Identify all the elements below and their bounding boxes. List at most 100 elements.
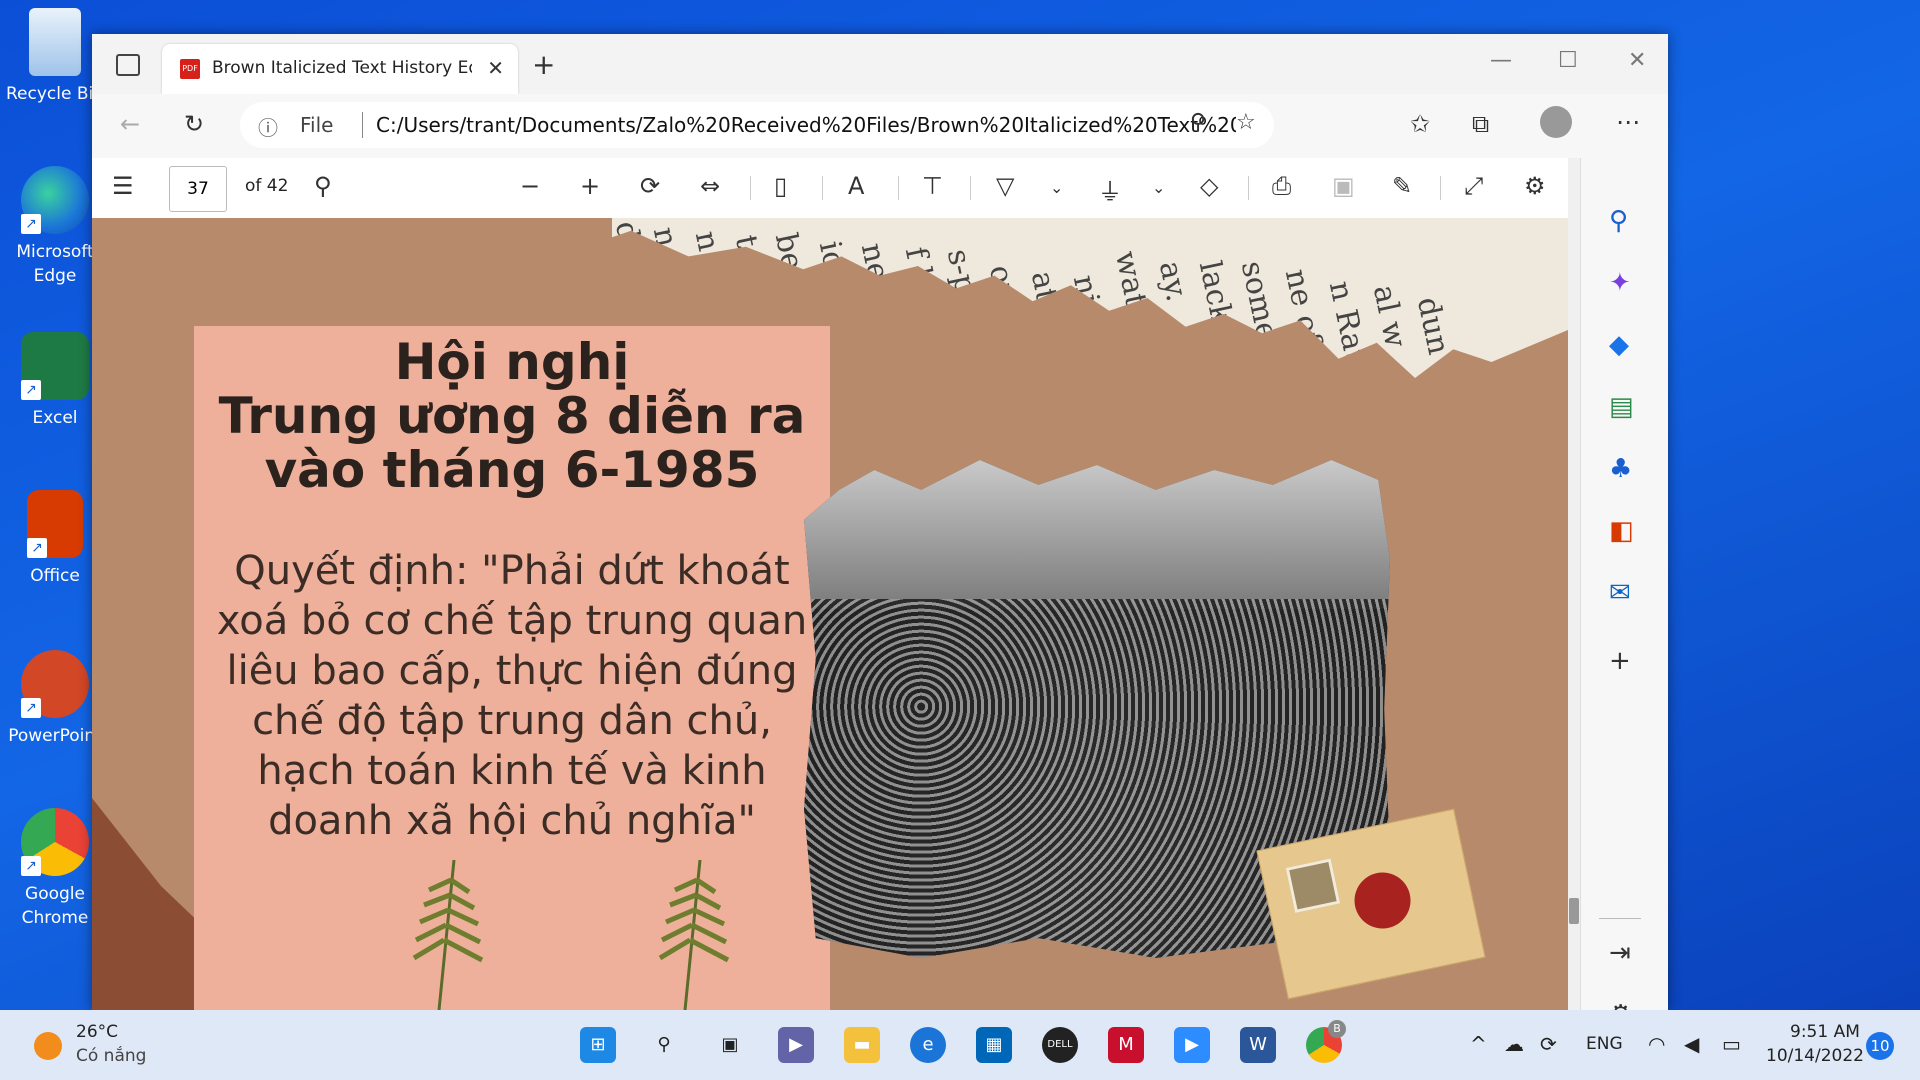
paper-word: dun <box>1409 294 1457 358</box>
weather-temp[interactable]: 26°C <box>76 1022 118 1042</box>
save-icon[interactable]: ▣ <box>1332 172 1355 200</box>
stamp-icon <box>1285 858 1341 913</box>
tab-close-icon[interactable]: ✕ <box>487 56 504 80</box>
slide-title-line: Trung ương 8 diễn ra <box>218 387 806 445</box>
teams-chat-icon[interactable]: ▶ <box>778 1027 814 1063</box>
paper-word: d <box>607 218 646 245</box>
sync-icon[interactable]: ⟳ <box>1540 1032 1557 1056</box>
paper-word: ich l <box>811 238 860 309</box>
fern-decoration <box>412 860 484 1010</box>
shortcut-arrow-icon: ↗ <box>21 856 41 876</box>
settings-icon[interactable]: ⚙ <box>1524 172 1546 200</box>
desktop-icon-label: Microsoft Edge <box>16 242 94 286</box>
fit-width-icon[interactable]: ⇔ <box>700 172 720 200</box>
eraser-icon[interactable]: ◇ <box>1200 172 1218 200</box>
highlight-options-chevron-icon[interactable]: ⌄ <box>1152 178 1165 197</box>
address-bar-row: ← ↻ ⓘ File C:/Users/trant/Documents/Zalo… <box>92 94 1668 159</box>
toolbar-divider <box>1248 176 1249 200</box>
start-button[interactable]: ⊞ <box>580 1027 616 1063</box>
close-window-button[interactable]: ✕ <box>1628 48 1646 73</box>
dell-icon[interactable]: DELL <box>1042 1027 1078 1063</box>
maximize-button[interactable]: ☐ <box>1558 48 1578 73</box>
desktop-icon-chrome[interactable]: ↗ Google Chrome <box>6 808 104 930</box>
slide-title-line: vào tháng 6-1985 <box>264 441 760 499</box>
contents-icon[interactable]: ☰ <box>112 172 134 200</box>
new-tab-button[interactable]: + <box>532 48 555 81</box>
minimize-button[interactable]: — <box>1490 48 1512 73</box>
clock-time[interactable]: 9:51 AM <box>1790 1022 1860 1042</box>
collections-icon[interactable]: ⧉ <box>1472 110 1489 138</box>
zoom-icon[interactable]: ▶ <box>1174 1027 1210 1063</box>
address-bar[interactable]: ⓘ File C:/Users/trant/Documents/Zalo%20R… <box>240 102 1274 148</box>
page-view-icon[interactable]: ▯ <box>774 172 787 200</box>
profile-avatar[interactable] <box>1540 106 1572 138</box>
scrollbar-thumb[interactable] <box>1569 898 1579 924</box>
tools-icon[interactable]: ▤ <box>1609 392 1634 422</box>
toolbar-divider <box>750 176 751 200</box>
volume-icon[interactable]: ◀ <box>1684 1032 1699 1056</box>
store-icon[interactable]: ▦ <box>976 1027 1012 1063</box>
task-view-icon[interactable]: ▣ <box>712 1027 748 1063</box>
onedrive-icon[interactable]: ☁ <box>1504 1032 1524 1056</box>
favorites-icon[interactable]: ✩ <box>1410 110 1430 138</box>
desktop-icon-office[interactable]: ↗ Office <box>6 490 104 588</box>
address-url[interactable]: C:/Users/trant/Documents/Zalo%20Received… <box>376 113 1236 137</box>
clock-date[interactable]: 10/14/2022 <box>1766 1046 1864 1066</box>
info-icon[interactable]: ⓘ <box>258 112 278 141</box>
taskbar: 26°C Có nắng ⊞ ⚲ ▣ ▶ ▬ e ▦ DELL M ▶ W B … <box>0 1010 1920 1080</box>
paper-word: al w <box>1365 282 1414 351</box>
draw-icon[interactable]: ▽ <box>996 172 1014 200</box>
highlight-icon[interactable]: ⏚ <box>1098 172 1122 207</box>
fullscreen-icon[interactable]: ⤢ <box>1464 172 1483 200</box>
office-icon[interactable]: ◧ <box>1609 516 1634 546</box>
word-icon[interactable]: W <box>1240 1027 1276 1063</box>
text-box-icon[interactable]: ⊤ <box>922 172 943 200</box>
sidebar-settings-icon[interactable]: ⚙ <box>1609 1000 1632 1010</box>
language-indicator[interactable]: ENG <box>1586 1034 1623 1054</box>
zoom-in-icon[interactable]: + <box>580 172 600 200</box>
hide-sidebar-icon[interactable]: ⇥ <box>1609 938 1631 968</box>
back-button[interactable]: ← <box>120 110 140 138</box>
read-aloud-icon[interactable]: A <box>848 172 864 200</box>
add-sidebar-icon[interactable]: + <box>1609 646 1631 676</box>
games-icon[interactable]: ♣ <box>1609 454 1632 484</box>
tab-actions-icon[interactable] <box>116 54 140 76</box>
wifi-icon[interactable]: ◠ <box>1648 1032 1665 1056</box>
excel-icon: ↗ <box>21 332 89 400</box>
outlook-icon[interactable]: ✉ <box>1609 578 1631 608</box>
vertical-scrollbar[interactable] <box>1568 158 1580 1010</box>
battery-icon[interactable]: ▭ <box>1722 1032 1741 1056</box>
desktop-icon-edge[interactable]: ↗ Microsoft Edge <box>6 166 104 288</box>
notification-badge[interactable]: 10 <box>1866 1032 1894 1060</box>
draw-options-chevron-icon[interactable]: ⌄ <box>1050 178 1063 197</box>
zoom-out-icon[interactable]: − <box>520 172 540 200</box>
add-favorite-icon[interactable]: ☆ <box>1236 110 1256 135</box>
edge-taskbar-icon[interactable]: e <box>910 1027 946 1063</box>
shopping-icon[interactable]: ◆ <box>1609 330 1629 360</box>
page-number-input[interactable]: 37 <box>169 166 227 212</box>
slide-quote: Quyết định: "Phải dứt khoát xoá bỏ cơ ch… <box>194 546 830 846</box>
mcafee-icon[interactable]: M <box>1108 1027 1144 1063</box>
desktop-icon-excel[interactable]: ↗ Excel <box>6 332 104 430</box>
save-as-icon[interactable]: ✎ <box>1392 172 1412 200</box>
zoom-icon[interactable]: ⚲ <box>1190 110 1206 135</box>
show-hidden-icons[interactable]: ^ <box>1470 1032 1487 1056</box>
shortcut-arrow-icon: ↗ <box>21 214 41 234</box>
desktop-icon-powerpoint[interactable]: ↗ PowerPoint <box>6 650 104 748</box>
address-divider <box>362 112 363 138</box>
tab-pdf-document[interactable]: PDF Brown Italicized Text History Edu ✕ <box>162 44 518 94</box>
print-icon[interactable]: ⎙ <box>1272 172 1291 200</box>
rotate-icon[interactable]: ⟳ <box>640 172 660 200</box>
search-icon[interactable]: ⚲ <box>314 172 332 200</box>
refresh-button[interactable]: ↻ <box>184 110 204 138</box>
weather-sun-icon[interactable] <box>34 1032 62 1060</box>
file-explorer-icon[interactable]: ▬ <box>844 1027 880 1063</box>
edge-icon: ↗ <box>21 166 89 234</box>
office-icon: ↗ <box>27 490 83 558</box>
desktop-icon-recycle-bin[interactable]: Recycle Bin <box>6 8 104 106</box>
search-icon[interactable]: ⚲ <box>1609 206 1628 236</box>
search-taskbar-icon[interactable]: ⚲ <box>646 1027 682 1063</box>
weather-desc[interactable]: Có nắng <box>76 1046 146 1066</box>
copilot-icon[interactable]: ✦ <box>1609 268 1631 298</box>
more-options-icon[interactable]: ⋯ <box>1616 108 1640 136</box>
